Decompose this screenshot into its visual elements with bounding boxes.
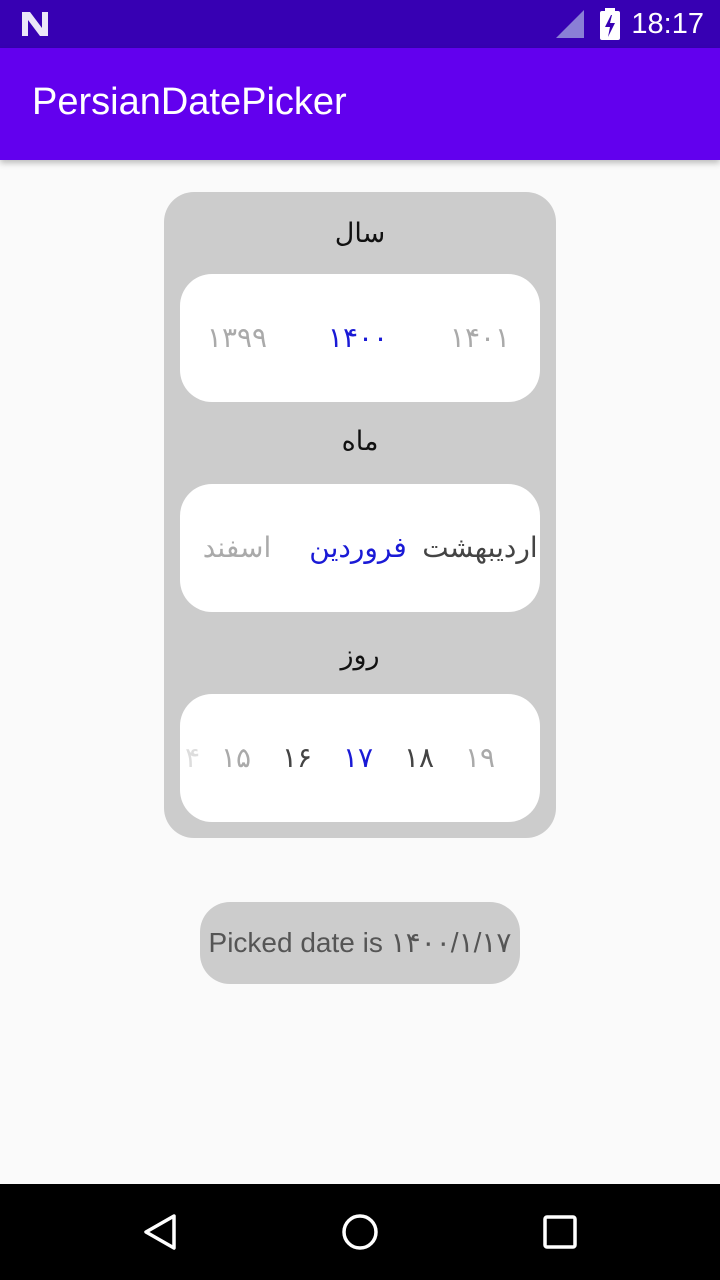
n-logo-icon: [22, 12, 48, 36]
back-icon[interactable]: [140, 1212, 180, 1252]
month-label: ماه: [341, 426, 379, 457]
month-item[interactable]: اسفند: [203, 484, 272, 612]
day-item[interactable]: ۱۹: [465, 694, 495, 822]
day-item[interactable]: ۱۶: [282, 694, 312, 822]
month-item[interactable]: اردیبهشت: [422, 484, 537, 612]
date-picker-card: سال ۱۳۹۹ ۱۴۰۰ ۱۴۰۱ ماه اسفند فروردین ارد…: [164, 192, 556, 838]
year-item[interactable]: ۱۳۹۹: [207, 274, 267, 402]
status-bar: 18:17: [0, 0, 720, 48]
day-wheel[interactable]: ۱۴ ۱۵ ۱۶ ۱۷ ۱۸ ۱۹: [180, 694, 540, 822]
navigation-bar: [0, 1184, 720, 1280]
recents-icon[interactable]: [540, 1212, 580, 1252]
day-item-selected[interactable]: ۱۷: [343, 694, 373, 822]
home-icon[interactable]: [340, 1212, 380, 1252]
app-title: PersianDatePicker: [32, 81, 347, 123]
year-label: سال: [334, 218, 386, 249]
year-item-selected[interactable]: ۱۴۰۰: [328, 274, 388, 402]
day-item[interactable]: ۱۸: [404, 694, 434, 822]
battery-charging-icon: [600, 8, 620, 40]
month-item-selected[interactable]: فروردین: [309, 484, 406, 612]
picked-date-text: Picked date is ۱۴۰۰/۱/۱۷: [200, 902, 520, 984]
status-time: 18:17: [631, 8, 704, 40]
day-label: روز: [340, 640, 380, 671]
signal-icon: [556, 10, 584, 38]
day-item[interactable]: ۱۵: [221, 694, 251, 822]
app-bar: PersianDatePicker: [0, 48, 720, 160]
day-item[interactable]: ۱۴: [180, 694, 200, 822]
month-wheel[interactable]: اسفند فروردین اردیبهشت: [180, 484, 540, 612]
year-item[interactable]: ۱۴۰۱: [450, 274, 510, 402]
year-wheel[interactable]: ۱۳۹۹ ۱۴۰۰ ۱۴۰۱: [180, 274, 540, 402]
